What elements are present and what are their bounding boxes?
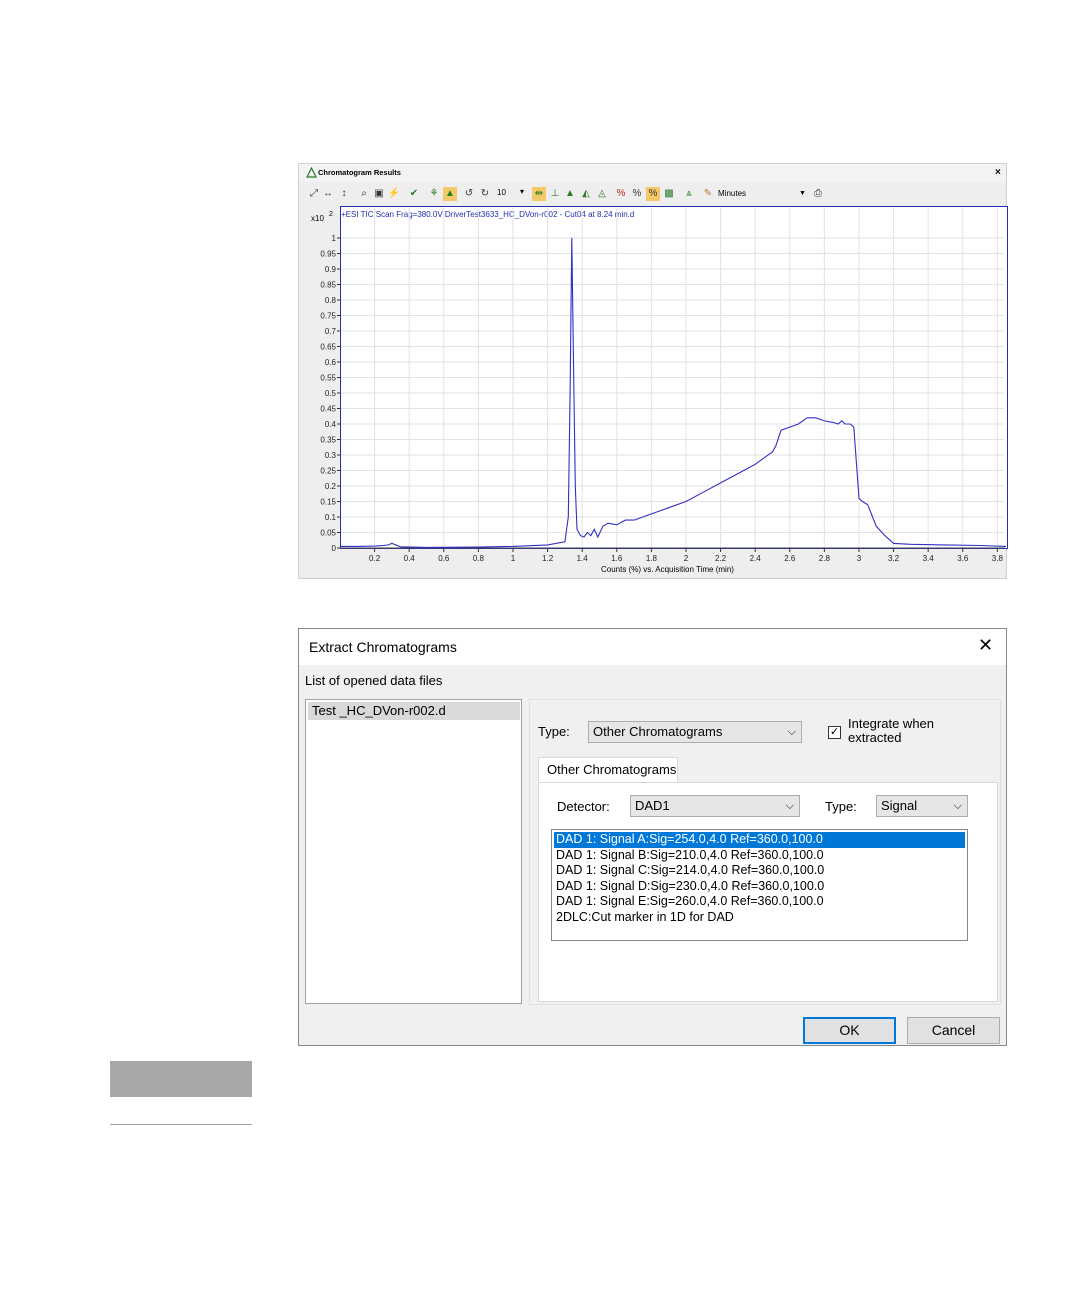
y-tick-label: 0.85 <box>320 281 336 290</box>
detector-label: Detector: <box>557 799 610 814</box>
extract-chromatograms-dialog: Extract Chromatograms ✕ List of opened d… <box>298 628 1007 1046</box>
page-rule <box>110 1124 252 1125</box>
x-tick-label: 1.6 <box>611 554 623 563</box>
y-tick-label: 0.1 <box>325 513 337 522</box>
x-tick-label: 1.2 <box>542 554 554 563</box>
x-tick-label: 2.4 <box>750 554 762 563</box>
signal-list-item[interactable]: DAD 1: Signal A:Sig=254.0,4.0 Ref=360.0,… <box>554 832 965 848</box>
page-tab-marker <box>110 1061 252 1097</box>
signal-type-value: Signal <box>881 798 918 813</box>
x-tick-label: 3.6 <box>957 554 969 563</box>
y-tick-label: 0.4 <box>325 420 337 429</box>
data-files-list[interactable]: Test _HC_DVon-r002.d <box>305 699 522 1004</box>
dialog-close-button[interactable]: ✕ <box>978 635 993 656</box>
chevron-down-icon: ⌵ <box>953 800 962 812</box>
y-tick-label: 0.6 <box>325 358 337 367</box>
signal-list-item[interactable]: DAD 1: Signal C:Sig=214.0,4.0 Ref=360.0,… <box>554 863 965 879</box>
x-tick-label: 3.4 <box>923 554 935 563</box>
y-tick-label: 0.15 <box>320 498 336 507</box>
y-tick-label: 0.9 <box>325 265 337 274</box>
x-tick-label: 0.8 <box>473 554 485 563</box>
y-tick-label: 0.65 <box>320 343 336 352</box>
integrate-checkbox[interactable]: ✓ <box>828 726 841 739</box>
x-tick-label: 2.2 <box>715 554 727 563</box>
chevron-down-icon: ⌵ <box>787 726 796 738</box>
chromatogram-results-window: Chromatogram Results × ⤢ ↔ ↕ ⌕ ▣ ⚡ ✔ ⚘ ▲… <box>298 163 1008 579</box>
x-tick-label: 1.8 <box>646 554 658 563</box>
x-tick-label: 2.6 <box>784 554 796 563</box>
detector-value: DAD1 <box>635 798 670 813</box>
x-tick-label: 0.2 <box>369 554 381 563</box>
y-tick-label: 0.45 <box>320 405 336 414</box>
y-tick-label: 1 <box>332 234 337 243</box>
x-tick-label: 0.4 <box>404 554 416 563</box>
integrate-label: Integrate when extracted <box>848 716 935 745</box>
y-tick-label: 0.35 <box>320 436 336 445</box>
y-tick-label: 0.7 <box>325 327 337 336</box>
type-label: Type: <box>538 724 570 739</box>
signal-list[interactable]: DAD 1: Signal A:Sig=254.0,4.0 Ref=360.0,… <box>551 829 968 941</box>
dialog-titlebar: Extract Chromatograms ✕ <box>299 629 1006 665</box>
signal-list-item[interactable]: DAD 1: Signal E:Sig=260.0,4.0 Ref=360.0,… <box>554 894 965 910</box>
y-tick-label: 0.5 <box>325 389 337 398</box>
x-tick-label: 1.4 <box>577 554 589 563</box>
x-tick-label: 2.8 <box>819 554 831 563</box>
x-tick-label: 2 <box>684 554 689 563</box>
y-tick-label: 0.75 <box>320 312 336 321</box>
extraction-options-panel: Type: Other Chromatograms ⌵ ✓ Integrate … <box>529 699 1001 1005</box>
file-list-item[interactable]: Test _HC_DVon-r002.d <box>308 702 520 720</box>
files-list-label: List of opened data files <box>305 673 443 688</box>
tab-content: Detector: DAD1 ⌵ Type: Signal ⌵ DAD 1: S… <box>538 782 998 1002</box>
signal-type-select[interactable]: Signal ⌵ <box>876 795 968 817</box>
signal-list-item[interactable]: DAD 1: Signal D:Sig=230.0,4.0 Ref=360.0,… <box>554 879 965 895</box>
x-tick-label: 1 <box>511 554 516 563</box>
chromatogram-chart: 0 0.05 0.1 0.15 0.2 0.25 0.3 0.35 0.4 0.45 0.5 0.55… <box>320 208 1006 563</box>
x-tick-label: 3 <box>857 554 862 563</box>
x-axis-label: Counts (%) vs. Acquisition Time (min) <box>601 565 734 574</box>
cancel-button[interactable]: Cancel <box>907 1017 1000 1044</box>
ok-button[interactable]: OK <box>803 1017 896 1044</box>
x-tick-label: 0.6 <box>438 554 450 563</box>
y-tick-label: 0 <box>332 544 337 553</box>
chevron-down-icon: ⌵ <box>785 800 794 812</box>
dialog-title: Extract Chromatograms <box>309 639 457 655</box>
y-tick-label: 0.55 <box>320 374 336 383</box>
chromatogram-type-select[interactable]: Other Chromatograms ⌵ <box>588 721 802 743</box>
signal-type-label: Type: <box>825 799 857 814</box>
detector-select[interactable]: DAD1 ⌵ <box>630 795 800 817</box>
x-tick-label: 3.8 <box>992 554 1004 563</box>
y-tick-label: 0.25 <box>320 467 336 476</box>
signal-list-item[interactable]: 2DLC:Cut marker in 1D for DAD <box>554 910 965 926</box>
y-tick-label: 0.05 <box>320 529 336 538</box>
y-tick-label: 0.2 <box>325 482 337 491</box>
y-tick-label: 0.3 <box>325 451 337 460</box>
tab-other-chromatograms[interactable]: Other Chromatograms <box>538 757 678 783</box>
y-tick-label: 0.95 <box>320 250 336 259</box>
chromatogram-type-value: Other Chromatograms <box>593 724 723 739</box>
y-tick-label: 0.8 <box>325 296 337 305</box>
x-tick-label: 3.2 <box>888 554 900 563</box>
signal-list-item[interactable]: DAD 1: Signal B:Sig=210.0,4.0 Ref=360.0,… <box>554 848 965 864</box>
